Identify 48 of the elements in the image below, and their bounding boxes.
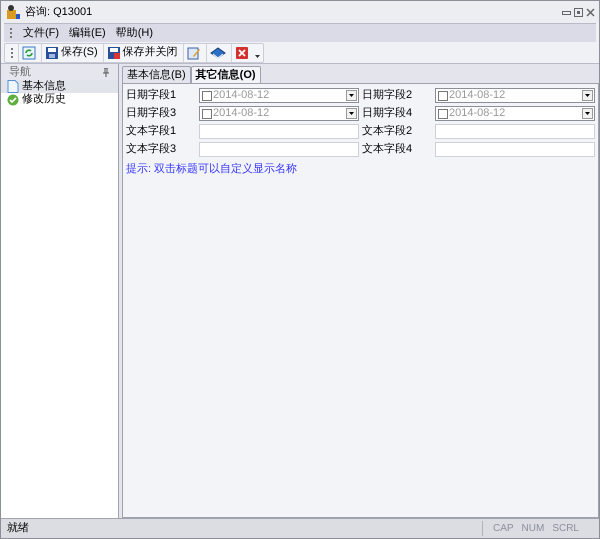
toolbar-icon-button[interactable] xyxy=(230,44,250,62)
field-label: 文本字段4 xyxy=(362,142,414,157)
history-icon xyxy=(7,94,19,106)
pin-icon[interactable] xyxy=(102,68,110,76)
tab[interactable]: 基本信息(B) xyxy=(122,66,191,83)
checkbox[interactable] xyxy=(438,108,448,118)
status-indicator: CAP xyxy=(492,522,514,536)
nav-item[interactable]: 修改历史 xyxy=(1,93,118,106)
checkbox[interactable] xyxy=(202,108,212,118)
window-title: 咨询: Q13001 xyxy=(25,4,92,20)
field-label: 文本字段1 xyxy=(126,124,178,139)
grip-icon xyxy=(10,27,13,39)
input-field[interactable] xyxy=(199,124,359,139)
toolbar-button[interactable]: 保存(S) xyxy=(41,44,99,62)
status-text: 就绪 xyxy=(7,521,29,536)
toolbar-button[interactable]: 保存并关闭 xyxy=(102,44,179,62)
panel-title: 导航 xyxy=(9,64,31,80)
edit-document-icon xyxy=(186,46,201,60)
menu-item[interactable]: 帮助(H) xyxy=(116,24,153,42)
menu-item[interactable]: 文件(F) xyxy=(23,24,60,42)
status-indicator: SCRL xyxy=(552,522,579,536)
hint-text: 提示: 双击标题可以自定义显示名称 xyxy=(126,162,298,177)
checkbox[interactable] xyxy=(438,90,448,100)
refresh-icon xyxy=(22,46,36,60)
toolbar-icon-button[interactable] xyxy=(206,44,227,62)
nav-item[interactable]: 基本信息 xyxy=(1,80,118,93)
field-label: 文本字段2 xyxy=(362,124,414,139)
toolbar-icon-button[interactable] xyxy=(18,44,37,62)
menu-item[interactable]: 编辑(E) xyxy=(69,24,106,42)
app-icon xyxy=(5,4,21,20)
checkbox[interactable] xyxy=(202,90,212,100)
close-icon xyxy=(234,46,249,60)
field-label: 文本字段3 xyxy=(126,142,178,157)
input-field[interactable] xyxy=(199,142,359,157)
input-field[interactable] xyxy=(435,124,595,139)
field-label: 日期字段1 xyxy=(126,88,178,103)
field-label: 日期字段3 xyxy=(126,106,178,121)
toolbar-icon-button[interactable] xyxy=(182,44,202,62)
status-indicator: NUM xyxy=(522,522,544,536)
page-icon xyxy=(7,80,19,93)
close-icon[interactable] xyxy=(586,8,595,16)
maximize-icon[interactable] xyxy=(574,8,583,16)
grip-icon xyxy=(11,46,14,58)
input-field[interactable] xyxy=(435,142,595,157)
field-label: 日期字段4 xyxy=(362,106,414,121)
tab[interactable]: 其它信息(O) xyxy=(190,66,261,83)
field-label: 日期字段2 xyxy=(362,88,414,103)
book-icon xyxy=(210,46,226,60)
